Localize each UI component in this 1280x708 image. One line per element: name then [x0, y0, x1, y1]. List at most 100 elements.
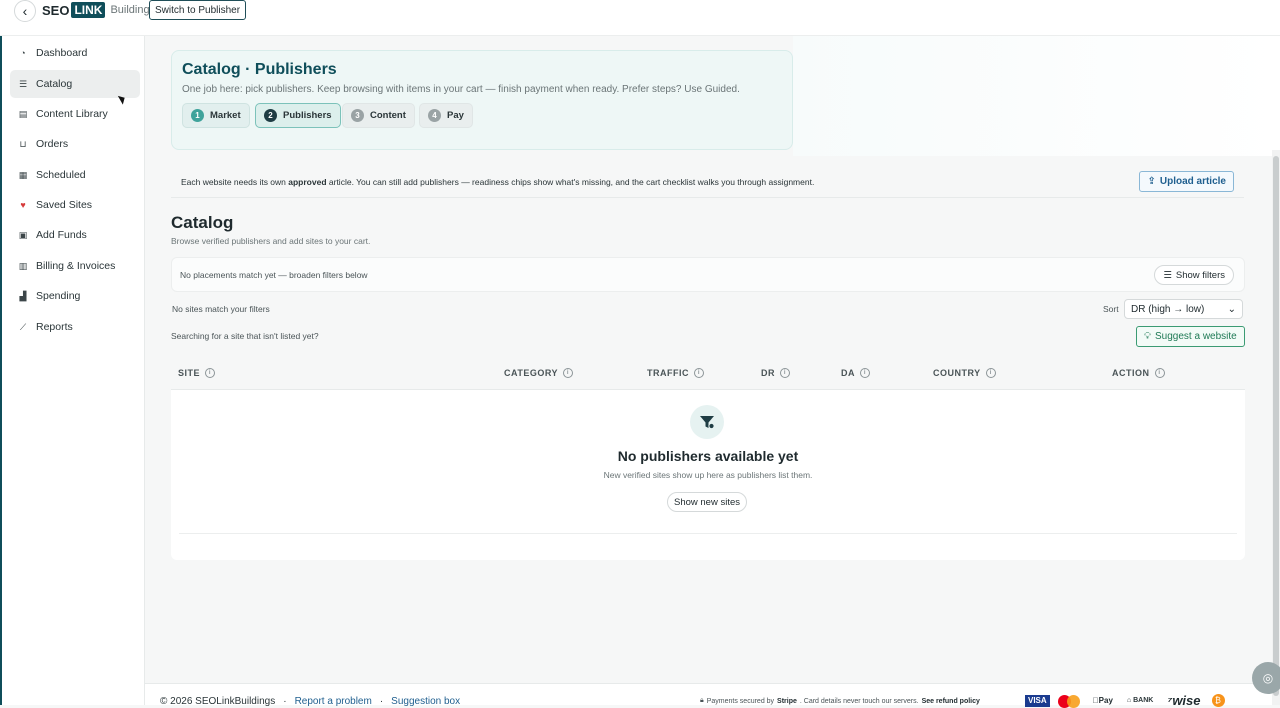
logo[interactable]: SEO LINK Buildings	[42, 0, 155, 20]
receipt-icon: ▥	[18, 260, 28, 271]
info-icon[interactable]: i	[985, 368, 996, 378]
page-subtitle: One job here: pick publishers. Keep brow…	[182, 84, 740, 95]
line-chart-icon: ⟋	[19, 321, 27, 332]
column-country[interactable]: COUNTRY i	[933, 368, 996, 378]
sidebar-item-label: Add Funds	[36, 229, 87, 241]
divider	[179, 533, 1237, 534]
step-label: Publishers	[283, 110, 332, 121]
notice-text-bold: approved	[288, 177, 327, 187]
sort-select[interactable]: DR (high → low) ⌄	[1124, 299, 1243, 319]
step-label: Market	[210, 110, 241, 121]
sidebar-item-billing-invoices[interactable]: ▥ Billing & Invoices	[10, 252, 140, 280]
sidebar-item-label: Spending	[36, 290, 81, 302]
upload-article-button[interactable]: ⇪ Upload article	[1139, 171, 1234, 192]
cart-icon: ⊔	[19, 138, 27, 149]
show-filters-button[interactable]: ☰ Show filters	[1154, 265, 1234, 285]
suggest-website-button[interactable]: 💡︎ Suggest a website	[1136, 326, 1245, 347]
footer: © 2026 SEOLinkBuildings · Report a probl…	[145, 683, 1280, 708]
separator: ·	[283, 696, 287, 707]
bank-label: BANK	[1127, 697, 1153, 704]
payment-methods: VISA Pay ⌂ BANK ⁷wise ₿	[1025, 693, 1225, 708]
list-icon: ☰	[18, 78, 28, 89]
sidebar-item-spending[interactable]: ▟ Spending	[10, 282, 140, 310]
info-icon[interactable]: i	[1154, 368, 1165, 378]
scrollbar-thumb[interactable]	[1273, 156, 1279, 696]
info-icon[interactable]: i	[205, 368, 216, 378]
gauge-icon: ◔	[20, 48, 26, 58]
step-number: 2	[264, 109, 277, 122]
copyright: © 2026 SEOLinkBuildings	[160, 696, 276, 707]
logo-link: LINK	[71, 2, 106, 18]
sliders-icon: ☰	[1163, 269, 1172, 281]
suggestion-box-link[interactable]: Suggestion box	[391, 696, 460, 707]
table-header: SITE i CATEGORY i TRAFFIC i DR i DA i COUNTRY…	[171, 361, 1245, 390]
bar-chart-icon: ▟	[19, 290, 27, 301]
back-button[interactable]: ‹	[14, 0, 36, 22]
sidebar-item-label: Billing & Invoices	[36, 260, 116, 272]
sidebar-item-reports[interactable]: ⟋ Reports	[10, 313, 140, 341]
empty-state: No publishers available yet New verified…	[171, 390, 1245, 560]
column-traffic[interactable]: TRAFFIC i	[647, 368, 704, 378]
notice-text: Each website needs its own approved arti…	[181, 177, 814, 187]
step-number: 4	[428, 109, 441, 122]
sidebar-item-label: Content Library	[36, 108, 108, 120]
column-label: DR	[761, 368, 775, 378]
show-new-sites-button[interactable]: Show new sites	[667, 492, 748, 512]
refund-policy-link[interactable]: See refund policy	[922, 698, 980, 705]
empty-subtitle: New verified sites show up here as publi…	[603, 470, 813, 480]
sidebar-item-label: Reports	[36, 321, 73, 333]
apple-pay-label: Pay	[1092, 696, 1113, 705]
catalog-subtitle: Browse verified publishers and add sites…	[171, 236, 371, 246]
sidebar: ◔ Dashboard ☰ Catalog ▤ Content Library …	[0, 36, 145, 705]
filter-status: No placements match yet — broaden filter…	[180, 270, 368, 280]
bitcoin-icon: ₿	[1211, 694, 1225, 707]
page-title: Catalog · Publishers	[182, 61, 337, 78]
info-icon[interactable]: i	[563, 368, 574, 378]
step-publishers[interactable]: 2 Publishers	[255, 103, 341, 128]
wallet-icon: ▣	[18, 229, 28, 240]
sidebar-item-saved-sites[interactable]: ♥ Saved Sites	[10, 191, 140, 219]
column-da[interactable]: DA i	[841, 368, 870, 378]
step-pay[interactable]: 4 Pay	[419, 103, 473, 128]
column-label: CATEGORY	[504, 368, 559, 378]
stripe-label: Stripe	[777, 697, 797, 705]
step-market[interactable]: 1 Market	[182, 103, 250, 128]
info-icon[interactable]: i	[860, 368, 870, 378]
column-label: TRAFFIC	[647, 368, 689, 378]
report-problem-link[interactable]: Report a problem	[295, 696, 372, 707]
filter-bar: No placements match yet — broaden filter…	[171, 257, 1245, 292]
column-site[interactable]: SITE i	[178, 368, 216, 378]
chevron-down-icon: ⌄	[1227, 303, 1236, 315]
catalog-title: Catalog	[171, 213, 234, 232]
lightbulb-icon: 💡︎	[1144, 331, 1151, 342]
column-label: ACTION	[1112, 368, 1150, 378]
column-label: SITE	[178, 368, 201, 378]
hero-fade	[793, 36, 1280, 156]
info-icon[interactable]: i	[780, 368, 790, 378]
step-content[interactable]: 3 Content	[342, 103, 415, 128]
sidebar-item-orders[interactable]: ⊔ Orders	[10, 130, 140, 158]
secure-text-post: . Card details never touch our servers.	[799, 697, 919, 705]
column-action[interactable]: ACTION i	[1112, 368, 1165, 378]
sidebar-item-label: Dashboard	[36, 47, 88, 59]
no-sites-message: No sites match your filters	[172, 304, 270, 314]
sidebar-item-dashboard[interactable]: ◔ Dashboard	[10, 39, 140, 67]
empty-title: No publishers available yet	[617, 448, 799, 464]
step-label: Pay	[447, 110, 464, 121]
document-icon: ▤	[18, 108, 28, 119]
sidebar-item-add-funds[interactable]: ▣ Add Funds	[10, 221, 140, 249]
unlisted-site-prompt: Searching for a site that isn't listed y…	[171, 331, 319, 341]
info-icon[interactable]: i	[694, 368, 704, 378]
column-dr[interactable]: DR i	[761, 368, 790, 378]
switch-to-publisher-button[interactable]: Switch to Publisher	[149, 0, 247, 20]
suggest-website-label: Suggest a website	[1155, 331, 1237, 342]
filter-icon	[690, 405, 724, 439]
sidebar-item-content-library[interactable]: ▤ Content Library	[10, 100, 140, 128]
sidebar-item-scheduled[interactable]: ▦ Scheduled	[10, 161, 140, 189]
help-chat-button[interactable]: ◎	[1252, 662, 1280, 694]
sidebar-item-label: Scheduled	[36, 169, 86, 181]
article-notice: Each website needs its own approved arti…	[171, 166, 1244, 198]
column-category[interactable]: CATEGORY i	[504, 368, 574, 378]
notice-text-post: article. You can still add publishers — …	[326, 177, 815, 187]
step-number: 1	[191, 109, 204, 122]
